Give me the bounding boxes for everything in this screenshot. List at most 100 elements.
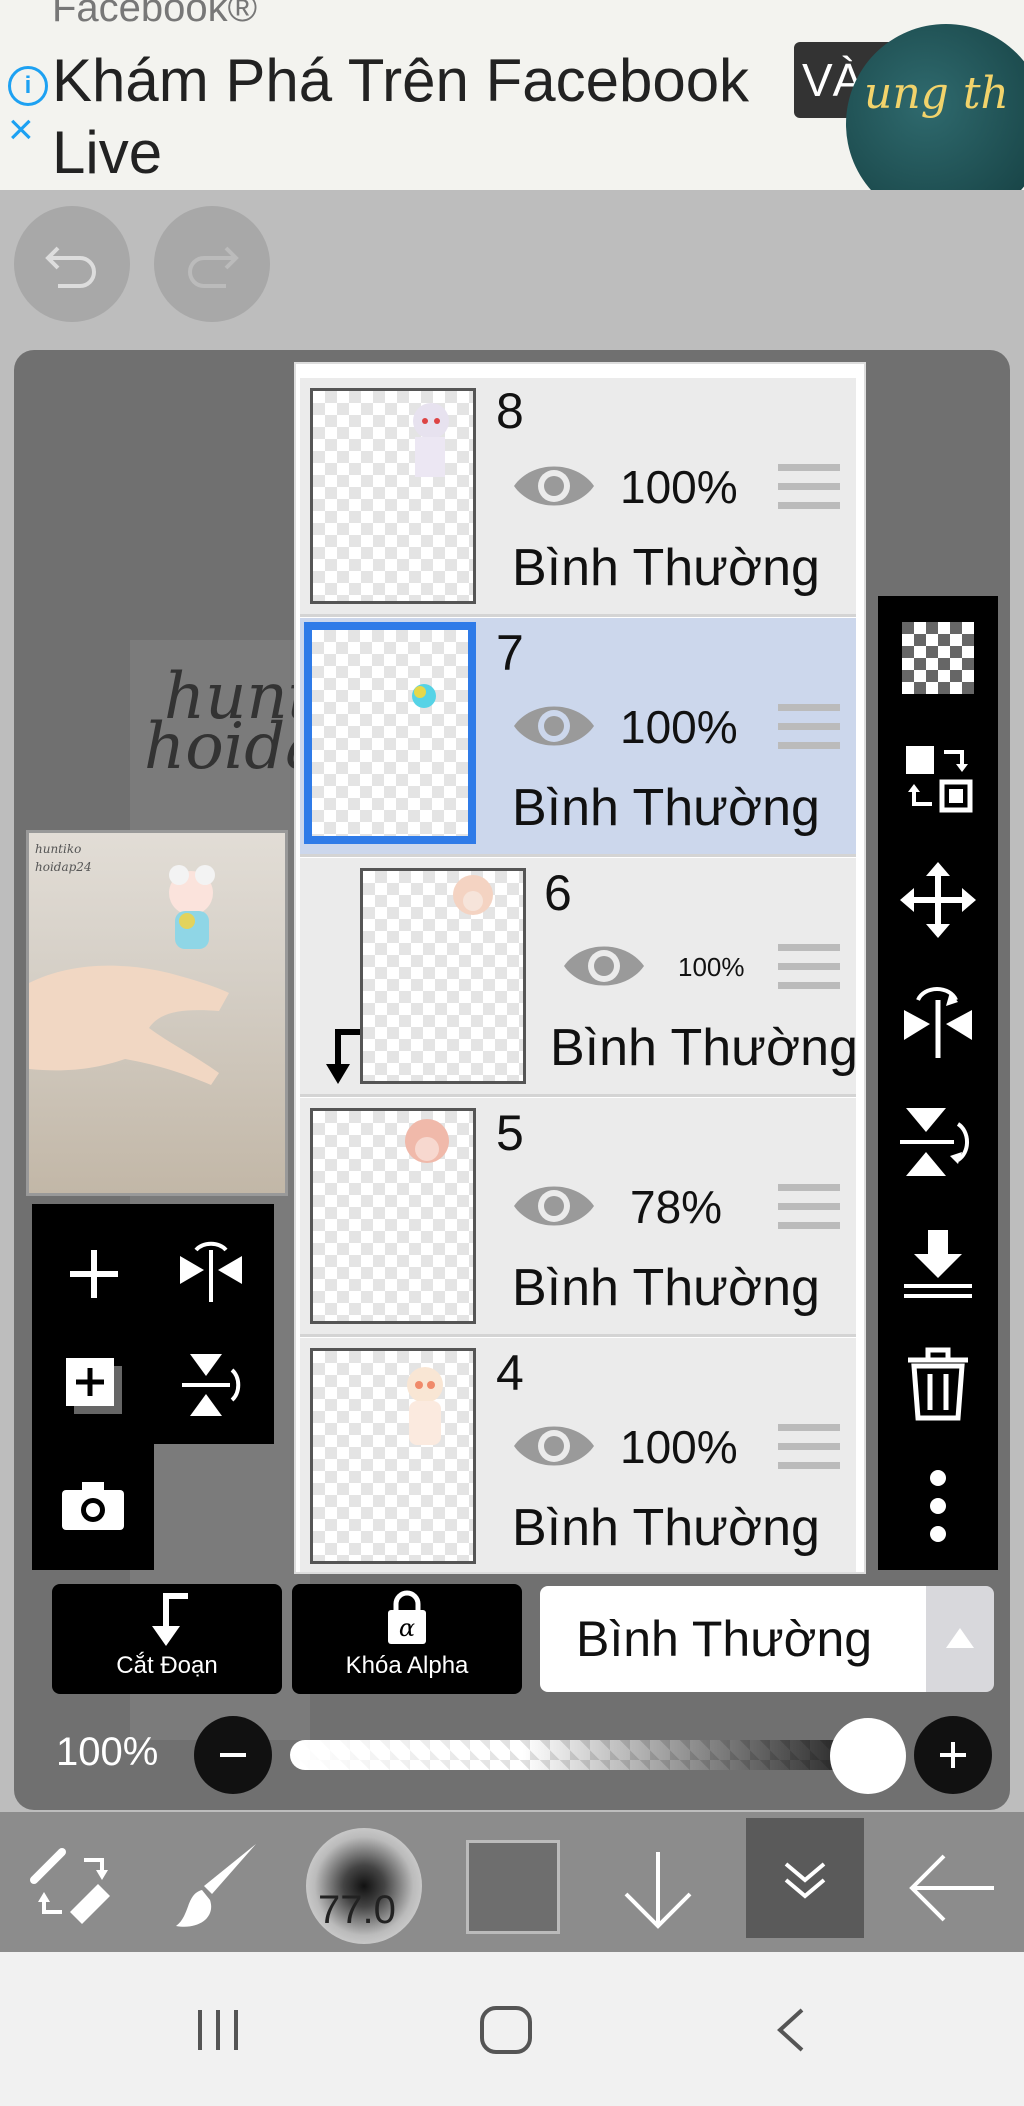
preview-image: huntiko hoidap24	[29, 842, 229, 1085]
layer-row[interactable]: 4 100% Bình Thường	[300, 1338, 856, 1572]
brush-size-button[interactable]: 77.0	[306, 1828, 422, 1944]
info-icon[interactable]: i	[8, 66, 48, 106]
redo-icon	[188, 246, 239, 288]
opacity-slider-handle[interactable]	[830, 1718, 906, 1794]
drag-handle[interactable]	[778, 1424, 840, 1470]
layer-blend-mode: Bình Thường	[512, 779, 820, 837]
transform-icon[interactable]	[902, 742, 974, 814]
opacity-increase-button[interactable]	[914, 1716, 992, 1794]
clip-button[interactable]: Cắt Đoạn	[52, 1584, 282, 1694]
drag-handle[interactable]	[778, 1184, 840, 1230]
eye-icon[interactable]	[512, 1178, 596, 1234]
layer-thumbnail[interactable]	[310, 1108, 476, 1324]
svg-text:huntiko: huntiko	[35, 842, 81, 856]
layer-blend-mode: Bình Thường	[512, 539, 820, 597]
home-icon[interactable]	[478, 2004, 534, 2056]
camera-icon[interactable]	[60, 1480, 126, 1532]
lock-icon: α	[388, 1590, 426, 1644]
recent-apps-icon[interactable]	[194, 2008, 242, 2052]
layer-thumb-art	[413, 403, 449, 477]
layer-blend-mode: Bình Thường	[550, 1019, 858, 1077]
drag-handle[interactable]	[778, 944, 840, 990]
layer-thumbnail[interactable]	[304, 622, 476, 844]
eye-icon[interactable]	[512, 1418, 596, 1474]
redo-button[interactable]	[154, 206, 270, 322]
layer-blend-mode: Bình Thường	[512, 1499, 820, 1557]
brush-size-value: 77.0	[318, 1888, 396, 1932]
opacity-label: 100%	[56, 1730, 159, 1774]
clip-label: Cắt Đoạn	[116, 1652, 218, 1679]
swap-tools-icon[interactable]	[28, 1840, 116, 1928]
plus-icon	[940, 1742, 966, 1768]
eye-icon[interactable]	[512, 458, 596, 514]
layer-row-selected[interactable]: 7 100% Bình Thường	[300, 618, 856, 857]
canvas-preview[interactable]: huntiko hoidap24	[26, 830, 288, 1196]
layer-blend-mode: Bình Thường	[512, 1259, 820, 1317]
alpha-lock-label: Khóa Alpha	[345, 1652, 469, 1679]
minus-icon	[220, 1753, 246, 1757]
layer-thumbnail[interactable]	[310, 388, 476, 604]
layer-thumb-art	[407, 1367, 443, 1445]
eye-icon[interactable]	[512, 698, 596, 754]
add-layer-icon[interactable]	[62, 1354, 126, 1418]
layer-row[interactable]: 6 100% Bình Thường	[300, 858, 858, 1097]
layer-row[interactable]: 8 100% Bình Thường	[300, 378, 856, 617]
arrow-down-icon[interactable]	[620, 1848, 696, 1932]
layer-opacity: 100%	[620, 461, 738, 513]
ad-title-line2: Live	[52, 119, 163, 186]
flip-vertical-icon[interactable]	[900, 1104, 978, 1180]
layer-opacity: 78%	[630, 1181, 723, 1233]
drag-handle[interactable]	[778, 464, 840, 510]
flip-vertical-icon[interactable]	[180, 1350, 246, 1420]
ad-avatar-text: ung th	[864, 68, 1009, 119]
layer-opacity: 100%	[620, 701, 738, 753]
flip-horizontal-icon[interactable]	[176, 1240, 246, 1306]
layer-thumb-art	[405, 1119, 449, 1163]
double-chevron-down-icon	[784, 1862, 826, 1899]
opacity-decrease-button[interactable]	[194, 1716, 272, 1794]
back-arrow-icon[interactable]	[906, 1852, 996, 1924]
close-icon[interactable]: ×	[8, 108, 34, 152]
color-swatch[interactable]	[466, 1840, 560, 1934]
layer-thumb-art	[412, 684, 436, 708]
trash-icon[interactable]	[904, 1346, 972, 1422]
layer-list[interactable]: 8 100% Bình Thường 7 100% Bình Thường 6 …	[294, 362, 866, 1574]
transparent-icon[interactable]	[902, 622, 974, 694]
flip-horizontal-icon[interactable]	[900, 980, 976, 1060]
left-tool-panel	[32, 1204, 274, 1444]
brush-icon[interactable]	[172, 1838, 262, 1932]
system-nav-bar	[0, 1952, 1024, 2106]
layer-number: 5	[496, 1105, 524, 1161]
alpha-lock-button[interactable]: α Khóa Alpha	[292, 1584, 522, 1694]
svg-text:α: α	[399, 1614, 415, 1642]
eye-icon[interactable]	[562, 938, 646, 994]
right-tool-panel	[878, 596, 998, 1570]
back-icon[interactable]	[772, 2006, 808, 2054]
ad-title[interactable]: Khám Phá Trên Facebook	[52, 46, 749, 115]
collapse-button[interactable]	[746, 1818, 864, 1938]
plus-icon[interactable]	[66, 1246, 122, 1302]
layer-thumbnail[interactable]	[360, 868, 526, 1084]
layer-opacity: 100%	[620, 1421, 738, 1473]
move-icon[interactable]	[900, 862, 976, 938]
layer-opacity: 100%	[678, 952, 745, 982]
drag-handle[interactable]	[778, 704, 840, 750]
merge-down-icon[interactable]	[900, 1226, 976, 1302]
clip-arrow-icon	[152, 1593, 188, 1646]
layer-number: 8	[496, 383, 524, 439]
more-icon[interactable]	[926, 1468, 950, 1544]
blend-mode-select[interactable]: Bình Thường	[540, 1586, 926, 1692]
opacity-slider[interactable]	[290, 1740, 872, 1770]
left-tool-panel-2	[32, 1444, 154, 1570]
svg-text:hoidap24: hoidap24	[35, 860, 92, 874]
blend-mode-dropdown-icon[interactable]	[926, 1586, 994, 1692]
undo-icon	[45, 246, 96, 288]
layer-thumbnail[interactable]	[310, 1348, 476, 1564]
layer-thumb-art	[453, 875, 493, 915]
undo-button[interactable]	[14, 206, 130, 322]
layer-number: 6	[544, 865, 572, 921]
ad-brand: Facebook®	[52, 0, 258, 30]
layer-row[interactable]: 5 78% Bình Thường	[300, 1098, 856, 1337]
blend-mode-value: Bình Thường	[576, 1611, 873, 1667]
layer-number: 7	[496, 625, 524, 681]
